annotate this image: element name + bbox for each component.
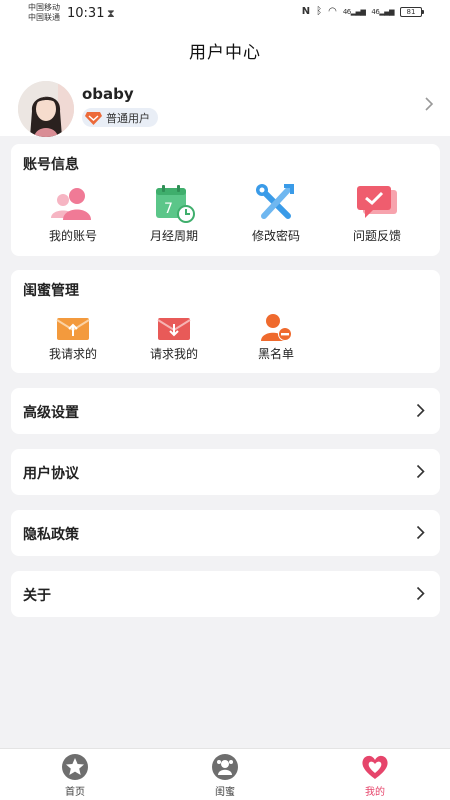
status-bar: 中国移动 中国联通 10:31 ⧗ N ᛒ ◠ 46▂▄▆ 46▂▄▆ 81 — [0, 0, 450, 28]
carrier-info: 中国移动 中国联通 — [28, 3, 60, 23]
mail-download-icon — [157, 318, 191, 340]
tools-icon — [256, 184, 294, 219]
user-group-icon — [51, 188, 91, 220]
carrier-1: 中国移动 — [28, 3, 60, 12]
mail-upload-icon — [56, 318, 90, 340]
privacy-policy-label: 隐私政策 — [23, 527, 79, 543]
chevron-right-icon — [416, 403, 425, 418]
member-badge: 普通用户 — [82, 108, 158, 127]
friends-icon — [212, 754, 238, 780]
tab-home-label: 首页 — [65, 787, 85, 798]
page-header: 用户中心 — [0, 28, 450, 72]
period-cycle-button[interactable]: 7 月经周期 — [124, 184, 224, 244]
chevron-right-icon — [416, 464, 425, 479]
signal-2-icon: 46▂▄▆ — [371, 7, 394, 16]
wifi-icon: ◠ — [328, 6, 337, 17]
tab-besties[interactable]: 闺蜜 — [195, 753, 255, 798]
blacklist-button[interactable]: 黑名单 — [226, 312, 326, 362]
bottom-tab-bar: 首页 闺蜜 我的 — [0, 748, 450, 800]
advanced-settings-row[interactable]: 高级设置 — [11, 388, 440, 434]
feedback-button[interactable]: 问题反馈 — [327, 184, 427, 244]
advanced-settings-label: 高级设置 — [23, 405, 79, 421]
block-user-icon — [261, 314, 292, 341]
clock: 10:31 — [67, 6, 105, 21]
my-account-button[interactable]: 我的账号 — [23, 184, 123, 244]
my-account-label: 我的账号 — [48, 229, 97, 243]
signal-1-icon: 46▂▄▆ — [342, 7, 366, 16]
bestie-management-card: 闺蜜管理 我请求的 请求我的 黑名单 — [11, 270, 440, 373]
heart-icon — [362, 755, 388, 779]
nfc-icon: N — [301, 6, 311, 17]
hourglass-icon: ⧗ — [107, 7, 115, 20]
change-password-label: 修改密码 — [251, 229, 300, 243]
about-label: 关于 — [23, 588, 51, 604]
battery-icon: 81 — [400, 6, 424, 17]
change-password-button[interactable]: 修改密码 — [226, 184, 326, 244]
chevron-right-icon — [416, 586, 425, 601]
feedback-label: 问题反馈 — [352, 229, 401, 243]
period-cycle-label: 月经周期 — [149, 229, 198, 243]
chevron-right-icon — [416, 525, 425, 540]
about-row[interactable]: 关于 — [11, 571, 440, 617]
star-icon — [62, 754, 88, 780]
username: obaby — [82, 85, 134, 103]
diamond-icon — [85, 111, 102, 125]
tab-home[interactable]: 首页 — [45, 753, 105, 798]
account-info-title: 账号信息 — [23, 157, 79, 173]
my-requests-button[interactable]: 我请求的 — [23, 312, 123, 362]
user-agreement-row[interactable]: 用户协议 — [11, 449, 440, 495]
privacy-policy-row[interactable]: 隐私政策 — [11, 510, 440, 556]
carrier-2: 中国联通 — [28, 13, 60, 22]
svg-text:7: 7 — [164, 201, 173, 217]
avatar[interactable] — [18, 81, 74, 137]
feedback-icon — [357, 186, 397, 218]
chevron-right-icon — [425, 97, 434, 111]
requests-to-me-label: 请求我的 — [149, 347, 198, 361]
bestie-management-title: 闺蜜管理 — [23, 283, 79, 299]
tab-mine-label: 我的 — [365, 787, 385, 798]
page-title: 用户中心 — [189, 42, 261, 63]
profile-row[interactable]: obaby 普通用户 — [0, 72, 450, 137]
requests-to-me-button[interactable]: 请求我的 — [124, 312, 224, 362]
member-level: 普通用户 — [106, 111, 150, 125]
account-info-card: 账号信息 我的账号 7 月经周期 修改密码 问题反馈 — [11, 144, 440, 256]
bluetooth-icon: ᛒ — [316, 6, 323, 17]
calendar-icon: 7 — [156, 185, 195, 223]
system-icons: N ᛒ ◠ 46▂▄▆ 46▂▄▆ 81 — [301, 6, 424, 17]
blacklist-label: 黑名单 — [257, 347, 294, 361]
my-requests-label: 我请求的 — [48, 347, 97, 361]
user-agreement-label: 用户协议 — [23, 466, 79, 482]
tab-mine[interactable]: 我的 — [345, 753, 405, 798]
tab-besties-label: 闺蜜 — [215, 787, 235, 798]
